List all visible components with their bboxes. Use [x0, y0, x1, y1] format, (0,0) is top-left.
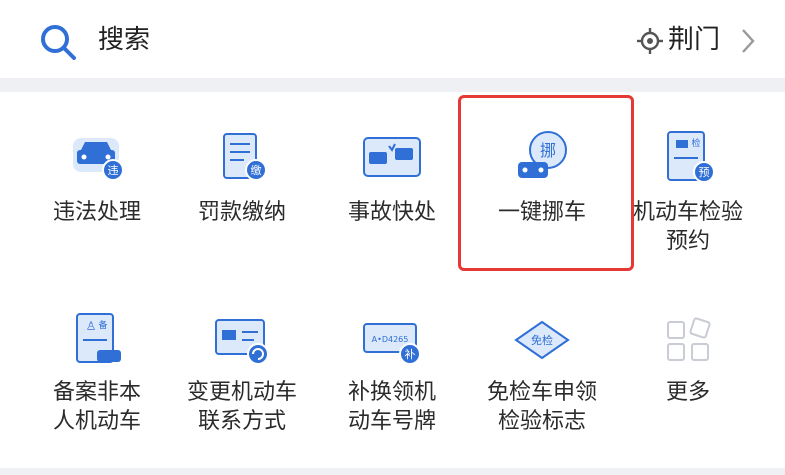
service-label: 免检车申领 检验标志 [486, 380, 597, 434]
service-label: 事故快处 [347, 200, 436, 225]
service-label: 机动车检验 预约 [632, 200, 743, 254]
selection-highlight [458, 95, 634, 271]
bottom-divider [0, 468, 785, 475]
locate-icon[interactable] [636, 27, 664, 55]
service-grid: 违 违法处理 缴 罚款缴纳 事故快处 挪 一键挪车 检 预 机动车检验 预约 ♙… [0, 92, 785, 475]
chevron-right-icon[interactable] [738, 26, 758, 56]
contact-change-icon [215, 319, 269, 365]
service-label: 备案非本 人机动车 [52, 380, 141, 434]
svg-text:缴: 缴 [251, 163, 262, 177]
search-icon[interactable] [38, 22, 78, 62]
svg-text:违: 违 [108, 164, 119, 177]
svg-text:A•D4265: A•D4265 [372, 335, 409, 344]
svg-text:免检: 免检 [531, 333, 553, 347]
svg-text:补: 补 [405, 348, 416, 361]
exempt-icon: 免检 [514, 320, 570, 360]
search-input[interactable]: 搜索 [98, 22, 150, 58]
divider [0, 78, 785, 92]
plate-replace-icon: A•D4265 补 [363, 323, 421, 365]
service-label: 罚款缴纳 [197, 200, 286, 225]
more-icon [667, 317, 711, 361]
service-label: 违法处理 [52, 200, 141, 225]
svg-text:备: 备 [98, 319, 107, 331]
location-label[interactable]: 荆门 [668, 22, 720, 58]
service-label: 更多 [665, 380, 710, 405]
inspection-booking-icon: 检 预 [667, 131, 715, 183]
fine-payment-icon: 缴 [223, 133, 267, 181]
accident-icon [363, 137, 421, 177]
svg-text:♙: ♙ [86, 319, 97, 333]
svg-text:预: 预 [699, 166, 710, 179]
car-violation-icon: 违 [73, 138, 124, 181]
registration-icon: ♙ 备 [76, 313, 121, 363]
svg-text:检: 检 [691, 137, 700, 149]
service-label: 变更机动车 联系方式 [186, 380, 297, 434]
service-label: 补换领机 动车号牌 [347, 380, 436, 434]
top-bar: 搜索 荆门 [0, 0, 785, 78]
